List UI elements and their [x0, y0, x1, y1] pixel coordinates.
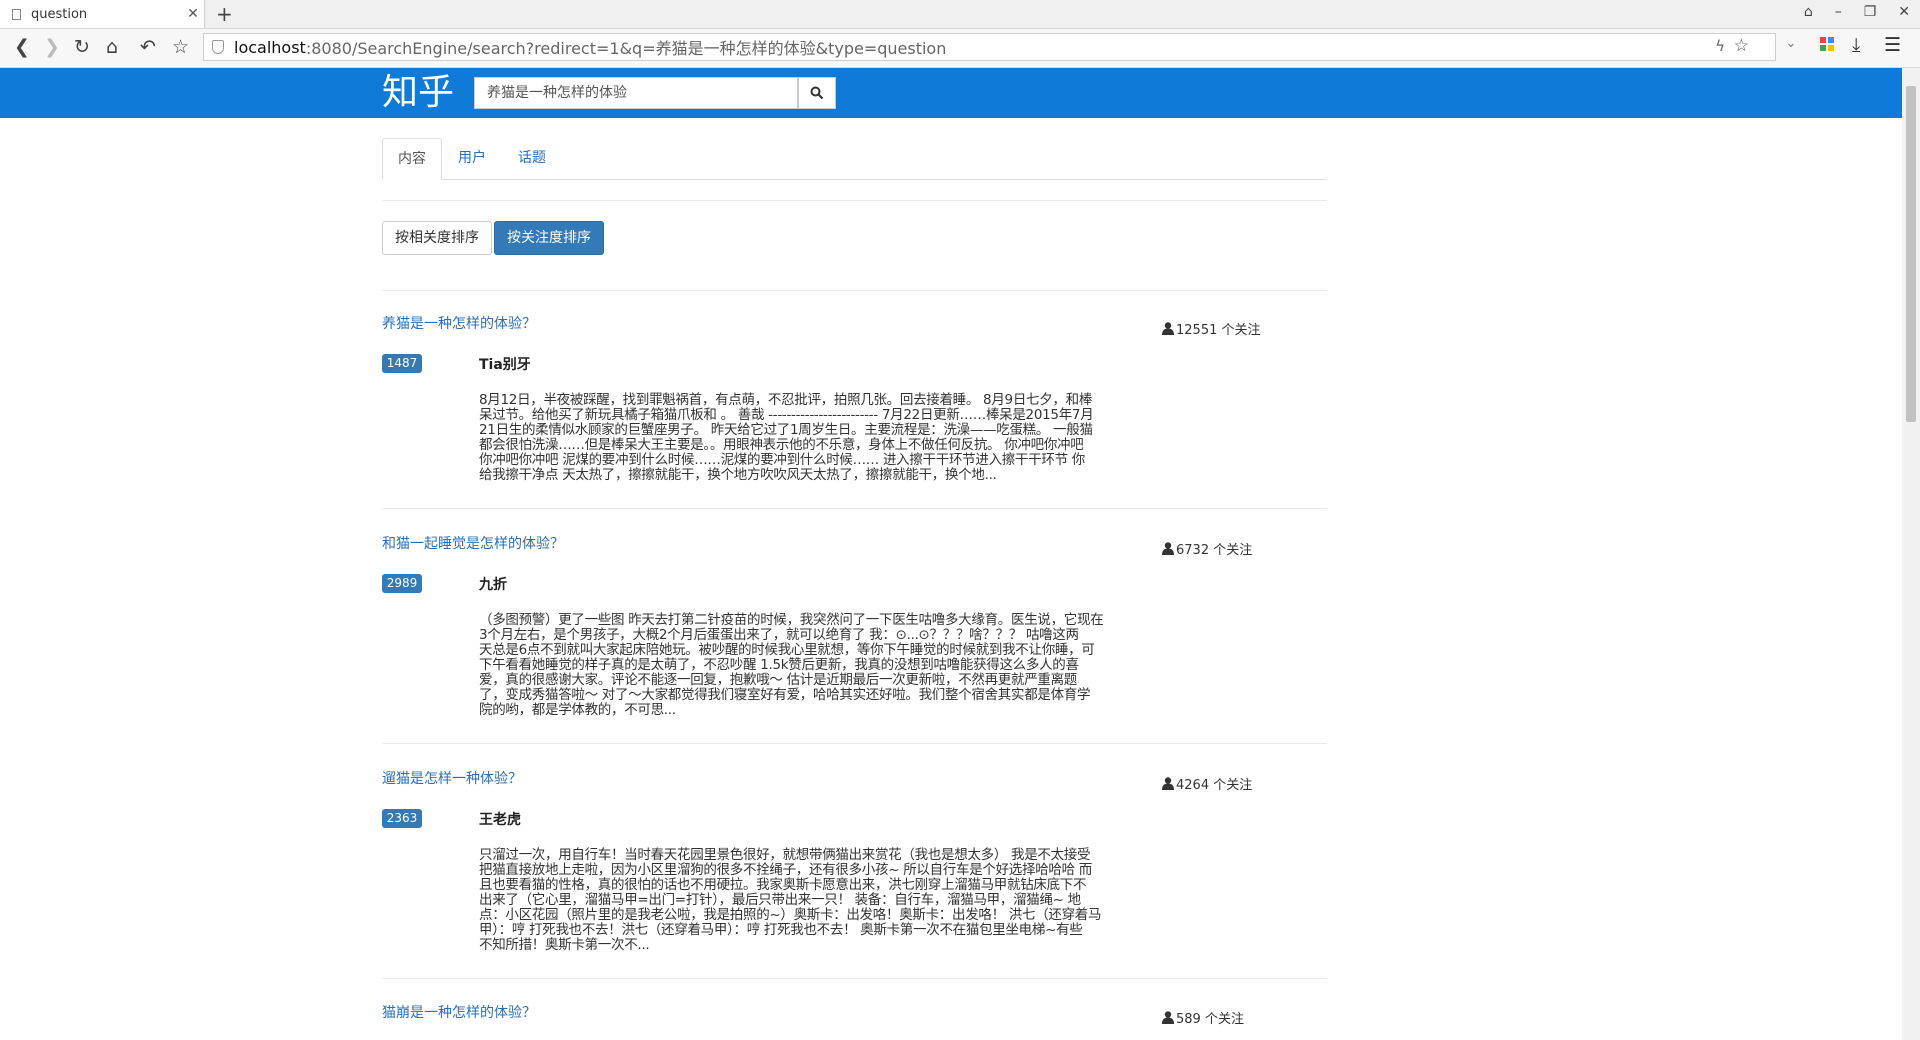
url-path: :8080/SearchEngine/search?redirect=1&q=养… [305, 39, 947, 58]
question-link[interactable]: 猫崩是一种怎样的体验？ [382, 1002, 536, 1022]
excerpt-line: 出来了（它心里，溜猫马甲=出门=打针），最后只带出来一只！ 装备：自行车，溜猫马… [479, 892, 1081, 908]
follower-count: 6732 个关注 [1162, 539, 1252, 558]
pin-icon[interactable]: ⌂ [1804, 4, 1813, 20]
excerpt-line: 把猫直接放地上走啦，因为小区里溜狗的很多不拴绳子，还有很多小孩~ 所以自行车是个… [479, 862, 1092, 878]
excerpt-line: 8月12日，半夜被踩醒，找到罪魁祸首，有点萌，不忍批评，拍照几张。回去接着睡。 … [479, 392, 1093, 408]
follower-text: 4264 个关注 [1176, 778, 1253, 793]
site-header: 知乎 养猫是一种怎样的体验 [0, 68, 1902, 118]
excerpt-line: （多图预警）更了一些图 昨天去打第二针疫苗的时候，我突然问了一下医生咕噜多大缘育… [479, 612, 1104, 628]
maximize-icon[interactable]: ❐ [1864, 4, 1877, 20]
forward-icon[interactable]: ❯ [44, 35, 60, 59]
browser-tab-title: question [31, 6, 88, 22]
bookmark-star-icon[interactable]: ☆ [172, 35, 189, 59]
sort-by-follow-button[interactable]: 按关注度排序 [494, 221, 604, 255]
divider [382, 978, 1327, 979]
author-name[interactable]: Tia别牙 [479, 354, 531, 374]
excerpt-line: 了，变成秀猫答啦～ 对了～大家都觉得我们寝室好有爱，哈哈其实还好啦。我们整个宿舍… [479, 687, 1091, 703]
excerpt-line: 爱，真的很感谢大家。评论不能逐一回复，抱歉哦～ 估计是近期最后一次更新啦，不然再… [479, 672, 1077, 688]
follower-count: 12551 个关注 [1162, 319, 1261, 338]
vote-badge: 2989 [382, 574, 422, 593]
apps-icon[interactable] [1820, 34, 1834, 56]
follower-text: 589 个关注 [1176, 1012, 1244, 1027]
excerpt-line: 甲）：哼 打死我也不去！洪七（还穿着马甲）：哼 打死我也不去！ 奥斯卡第一次不在… [479, 922, 1083, 938]
browser-tab[interactable]: question ✕ [0, 0, 205, 28]
answer-excerpt: 8月12日，半夜被踩醒，找到罪魁祸首，有点萌，不忍批评，拍照几张。回去接着睡。 … [479, 393, 1129, 483]
download-icon[interactable]: ⤓ [1852, 34, 1860, 56]
lightning-icon[interactable]: ϟ [1715, 37, 1725, 55]
question-link[interactable]: 遛猫是怎样一种体验？ [382, 768, 522, 788]
excerpt-line: 21日生的柔情似水顾家的巨蟹座男子。 昨天给它过了1周岁生日。主要流程是：洗澡—… [479, 422, 1093, 438]
home-icon[interactable]: ⌂ [106, 35, 118, 59]
page-scrollbar[interactable] [1902, 68, 1920, 1040]
search-icon [810, 86, 824, 100]
page-icon [12, 8, 21, 20]
browser-toolbar: ❮ ❯ ↻ ⌂ ↶ ☆ localhost :8080/SearchEngine… [0, 29, 1920, 68]
author-name[interactable]: 王老虎 [479, 809, 521, 829]
excerpt-line: 你冲吧你冲吧 泥煤的要冲到什么时候……泥煤的要冲到什么时候…… 进入擦干干环节进… [479, 452, 1085, 468]
divider [382, 200, 1327, 201]
excerpt-line: 且也要看猫的性格，真的很怕的话也不用硬拉。我家奥斯卡愿意出来，洪七刚穿上溜猫马甲… [479, 877, 1087, 893]
chevron-down-icon[interactable]: ⌄ [1779, 36, 1803, 51]
scrollbar-thumb[interactable] [1906, 86, 1916, 422]
excerpt-line: 下午看看她睡觉的样子真的是太萌了，不忍吵醒 1.5k赞后更新，我真的没想到咕噜能… [479, 657, 1079, 673]
window-controls: ⌂ – ❐ ✕ [1804, 4, 1910, 20]
address-bar[interactable]: localhost :8080/SearchEngine/search?redi… [203, 33, 1796, 61]
reload-icon[interactable]: ↻ [74, 35, 90, 59]
vote-badge: 2363 [382, 809, 422, 828]
follower-text: 6732 个关注 [1176, 543, 1253, 558]
sort-by-relevance-button[interactable]: 按相关度排序 [382, 221, 492, 255]
user-icon [1162, 322, 1174, 335]
excerpt-line: 天总是6点不到就叫大家起床陪她玩。被吵醒的时候我心里就想，等你下午睡觉的时候就到… [479, 642, 1095, 658]
user-icon [1162, 1011, 1174, 1024]
excerpt-line: 点：小区花园（照片里的是我老公啦，我是拍照的~）奥斯卡：出发咯！奥斯卡：出发咯！… [479, 907, 1102, 923]
excerpt-line: 只溜过一次，用自行车！当时春天花园里景色很好，就想带俩猫出来赏花（我也是想太多）… [479, 847, 1091, 863]
answer-excerpt: 只溜过一次，用自行车！当时春天花园里景色很好，就想带俩猫出来赏花（我也是想太多）… [479, 848, 1129, 953]
tab-users[interactable]: 用户 [442, 138, 502, 179]
back-icon[interactable]: ❮ [14, 35, 30, 59]
author-name[interactable]: 九折 [479, 574, 507, 594]
divider [382, 290, 1327, 291]
excerpt-line: 院的哟，都是学体教的，不可思... [479, 702, 676, 718]
url-host: localhost [234, 37, 306, 57]
browser-tab-strip: question ✕ + ⌂ – ❐ ✕ [0, 0, 1920, 29]
close-tab-icon[interactable]: ✕ [182, 6, 204, 22]
tab-content[interactable]: 内容 [382, 138, 442, 180]
divider [382, 508, 1327, 509]
question-link[interactable]: 和猫一起睡觉是怎样的体验？ [382, 533, 564, 553]
new-tab-button[interactable]: + [216, 2, 233, 26]
site-logo[interactable]: 知乎 [382, 72, 454, 114]
user-icon [1162, 542, 1174, 555]
question-link[interactable]: 养猫是一种怎样的体验？ [382, 313, 536, 333]
menu-icon[interactable]: ☰ [1884, 34, 1901, 56]
excerpt-line: 呆过节。给他买了新玩具橘子箱猫爪板和 。 善哉 ----------------… [479, 407, 1094, 423]
excerpt-line: 3个月左右，是个男孩子，大概2个月后蛋蛋出来了，就可以绝育了 我：⊙...⊙？？… [479, 627, 1079, 643]
follower-count: 4264 个关注 [1162, 774, 1252, 793]
search-button[interactable] [798, 77, 836, 109]
excerpt-line: 不知所措！奥斯卡第一次不... [479, 937, 650, 953]
tab-topics[interactable]: 话题 [502, 138, 562, 179]
vote-badge: 1487 [382, 354, 422, 373]
follower-count: 589 个关注 [1162, 1008, 1244, 1027]
result-type-tabs: 内容 用户 话题 [382, 138, 1327, 180]
answer-excerpt: （多图预警）更了一些图 昨天去打第二针疫苗的时候，我突然问了一下医生咕噜多大缘育… [479, 613, 1129, 718]
follower-text: 12551 个关注 [1176, 323, 1261, 338]
undo-icon[interactable]: ↶ [140, 35, 156, 59]
excerpt-line: 都会很怕洗澡……但是棒呆大王主要是。。用眼神表示他的不乐意，身体上不做任何反抗。… [479, 437, 1084, 453]
minimize-icon[interactable]: – [1835, 4, 1842, 20]
user-icon [1162, 777, 1174, 790]
favorite-star-icon[interactable]: ☆ [1734, 36, 1749, 56]
close-window-icon[interactable]: ✕ [1898, 4, 1910, 20]
search-input[interactable]: 养猫是一种怎样的体验 [474, 77, 798, 109]
excerpt-line: 给我擦干净点 天太热了，擦擦就能干，换个地方吹吹风天太热了，擦擦就能干，换个地.… [479, 467, 997, 483]
divider [382, 743, 1327, 744]
shield-icon [212, 40, 224, 54]
